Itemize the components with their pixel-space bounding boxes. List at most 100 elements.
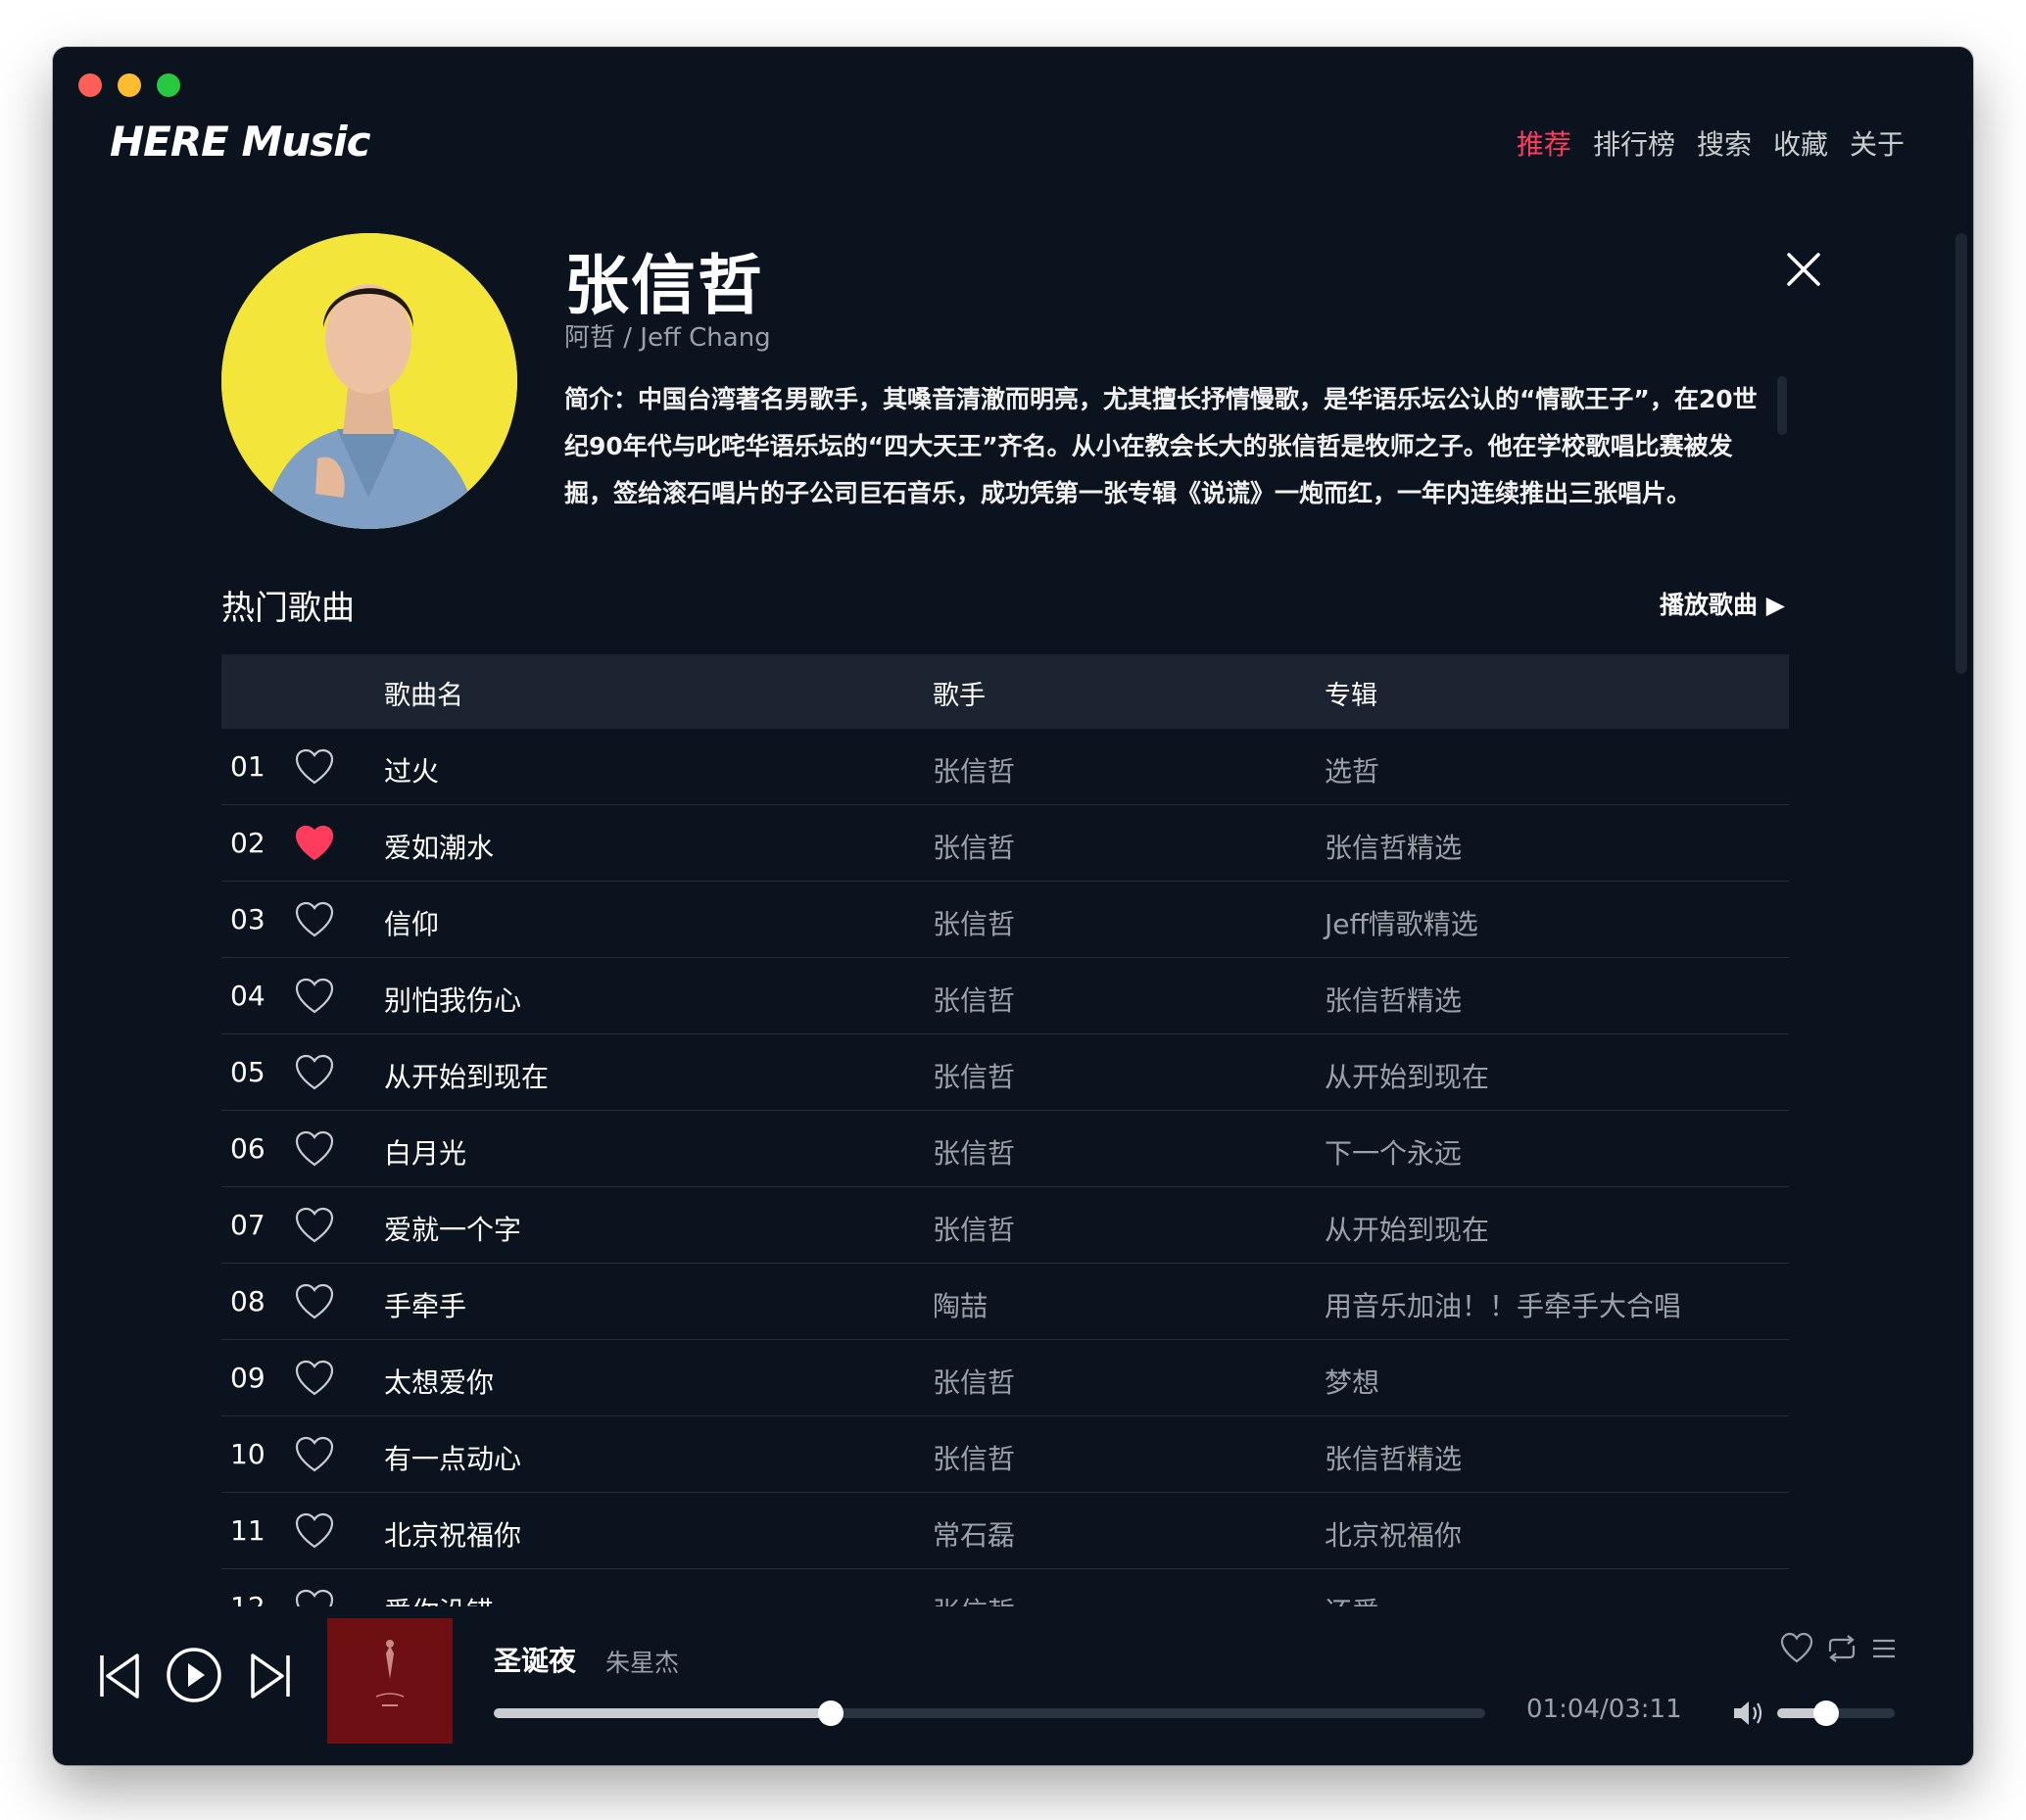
heart-icon[interactable] [294,1130,335,1168]
nav-item-search[interactable]: 搜索 [1697,123,1752,163]
current-time: 01:04 [1526,1695,1600,1724]
song-album[interactable]: 从开始到现在 [1325,1056,1489,1095]
track-number: 07 [230,1209,265,1241]
time-separator: / [1599,1695,1609,1724]
artist-name: 张信哲 [564,248,764,323]
track-number: 10 [230,1438,265,1470]
volume-icon[interactable] [1730,1697,1765,1730]
progress-fill [494,1708,832,1718]
heart-icon[interactable] [294,1207,335,1244]
song-album[interactable]: 还爱 [1325,1591,1379,1606]
table-row[interactable]: 01 过火 张信哲 选哲 [221,729,1789,805]
close-icon[interactable] [1777,243,1830,296]
heart-icon[interactable] [294,1360,335,1397]
song-album[interactable]: 用音乐加油！！手牵手大合唱 [1325,1285,1681,1324]
like-icon[interactable] [1779,1632,1814,1665]
song-artist[interactable]: 张信哲 [933,903,1015,942]
artist-bio: 简介：中国台湾著名男歌手，其嗓音清澈而明亮，尤其擅长抒情慢歌，是华语乐坛公认的“… [564,385,1758,507]
main-scrollbar[interactable] [1955,233,1967,674]
song-title: 手牵手 [384,1290,467,1322]
song-title: 从开始到现在 [384,1061,550,1093]
song-album[interactable]: 张信哲精选 [1325,980,1462,1019]
song-title: 信仰 [384,908,440,940]
hot-songs-title: 热门歌曲 [221,589,355,628]
heart-icon[interactable] [294,748,335,786]
progress-knob[interactable] [818,1700,844,1726]
heart-icon[interactable] [294,1054,335,1091]
playlist-icon[interactable] [1869,1634,1899,1663]
song-album[interactable]: 从开始到现在 [1325,1209,1489,1248]
next-icon[interactable] [249,1650,292,1702]
song-artist[interactable]: 张信哲 [933,1209,1015,1248]
close-window-button[interactable] [78,73,102,97]
song-artist[interactable]: 张信哲 [933,1591,1015,1606]
song-artist[interactable]: 陶喆 [933,1285,988,1324]
previous-icon[interactable] [98,1650,141,1702]
song-album[interactable]: 张信哲精选 [1325,1438,1462,1477]
column-header-artist: 歌手 [933,681,986,711]
song-artist[interactable]: 常石磊 [933,1514,1015,1554]
song-artist[interactable]: 张信哲 [933,1362,1015,1401]
volume-slider[interactable] [1777,1700,1895,1726]
song-album[interactable]: 选哲 [1325,750,1379,790]
table-row[interactable]: 09 太想爱你 张信哲 梦想 [221,1340,1789,1416]
song-title: 太想爱你 [384,1366,495,1399]
song-table: 歌曲名 歌手 专辑 01 过火 张信哲 选哲 02 爱如潮水 张信哲 张信哲精选 03 信仰 张信哲… [221,654,1789,1606]
table-row[interactable]: 04 别怕我伤心 张信哲 张信哲精选 [221,958,1789,1034]
heart-icon[interactable] [294,1436,335,1473]
song-artist[interactable]: 张信哲 [933,750,1015,790]
maximize-window-button[interactable] [157,73,180,97]
heart-icon[interactable] [294,901,335,938]
track-artist[interactable]: 朱星杰 [605,1644,679,1679]
song-album[interactable]: Jeff情歌精选 [1325,903,1478,942]
table-row[interactable]: 05 从开始到现在 张信哲 从开始到现在 [221,1034,1789,1111]
repeat-icon[interactable] [1822,1632,1861,1665]
table-row[interactable]: 11 北京祝福你 常石磊 北京祝福你 [221,1493,1789,1569]
heart-icon[interactable] [294,825,335,862]
song-album[interactable]: 北京祝福你 [1325,1514,1462,1554]
song-album[interactable]: 梦想 [1325,1362,1379,1401]
song-artist[interactable]: 张信哲 [933,1438,1015,1477]
nav-item-about[interactable]: 关于 [1850,123,1905,163]
heart-icon[interactable] [294,1512,335,1550]
song-title: 白月光 [384,1137,467,1170]
nav-item-recommend[interactable]: 推荐 [1517,123,1571,163]
table-row[interactable]: 03 信仰 张信哲 Jeff情歌精选 [221,882,1789,958]
table-row[interactable]: 10 有一点动心 张信哲 张信哲精选 [221,1416,1789,1493]
minimize-window-button[interactable] [118,73,141,97]
table-row[interactable]: 02 爱如潮水 张信哲 张信哲精选 [221,805,1789,882]
song-artist[interactable]: 张信哲 [933,1132,1015,1172]
heart-icon[interactable] [294,978,335,1015]
track-number: 11 [230,1514,265,1547]
play-triangle-icon: ▶ [1758,591,1785,619]
album-cover[interactable] [327,1618,453,1744]
song-album[interactable]: 张信哲精选 [1325,827,1462,866]
artist-avatar [221,233,517,529]
nav-item-favorites[interactable]: 收藏 [1773,123,1828,163]
song-title: 别怕我伤心 [384,984,522,1017]
track-number: 04 [230,980,265,1012]
song-artist[interactable]: 张信哲 [933,827,1015,866]
duration: 03:11 [1608,1695,1682,1724]
table-row[interactable]: 06 白月光 张信哲 下一个永远 [221,1111,1789,1187]
heart-icon[interactable] [294,1283,335,1320]
song-title: 爱就一个字 [384,1214,522,1246]
heart-icon[interactable] [294,1589,335,1606]
bio-scrollbar[interactable] [1777,376,1787,435]
volume-knob[interactable] [1813,1700,1840,1726]
table-row[interactable]: 07 爱就一个字 张信哲 从开始到现在 [221,1187,1789,1264]
column-header-album: 专辑 [1325,681,1377,711]
table-row[interactable]: 08 手牵手 陶喆 用音乐加油！！手牵手大合唱 [221,1264,1789,1340]
nav-item-charts[interactable]: 排行榜 [1593,123,1675,163]
track-number: 09 [230,1362,265,1394]
song-artist[interactable]: 张信哲 [933,980,1015,1019]
play-icon[interactable] [165,1646,223,1704]
track-number: 05 [230,1056,265,1088]
time-display: 01:04/03:11 [1526,1695,1682,1724]
table-row[interactable]: 12 爱你没错 张信哲 还爱 [221,1569,1789,1606]
song-artist[interactable]: 张信哲 [933,1056,1015,1095]
play-songs-button[interactable]: 播放歌曲 ▶ [1660,586,1785,621]
top-nav: 推荐 排行榜 搜索 收藏 关于 [1517,123,1905,163]
progress-bar[interactable] [494,1700,1485,1726]
song-album[interactable]: 下一个永远 [1325,1132,1462,1172]
